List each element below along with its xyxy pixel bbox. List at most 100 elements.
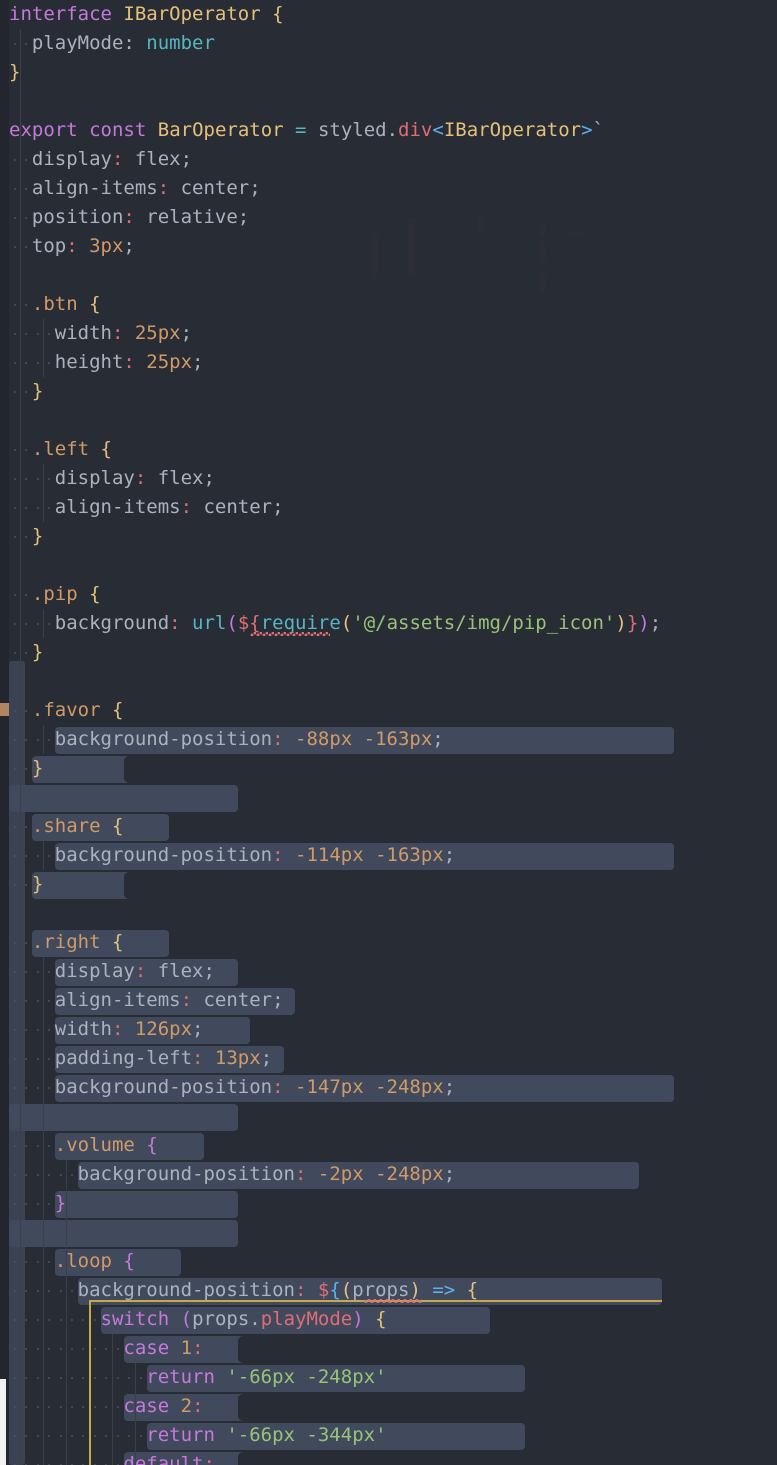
code-token: align-items (9, 989, 181, 1011)
code-token (101, 815, 112, 837)
code-token: padding-left (9, 1047, 192, 1069)
code-token: ( (181, 1308, 192, 1330)
code-token: IBarOperator (444, 119, 581, 141)
code-line[interactable]: } (0, 754, 777, 783)
code-line[interactable]: .share { (0, 812, 777, 841)
code-line[interactable]: .loop { (0, 1247, 777, 1276)
code-line[interactable]: background: url(${require('@/assets/img/… (0, 609, 777, 638)
code-line[interactable]: .pip { (0, 580, 777, 609)
code-line[interactable]: align-items: center; (0, 986, 777, 1015)
code-line[interactable]: .favor { (0, 696, 777, 725)
code-line[interactable]: } (0, 638, 777, 667)
code-token: : (192, 1337, 203, 1359)
code-token: { (112, 931, 123, 953)
selection-gap (238, 1191, 696, 1218)
code-token (9, 757, 32, 779)
code-line[interactable]: top: 3px; (0, 232, 777, 261)
code-line[interactable]: case 2: (0, 1392, 777, 1421)
code-token: '@/assets/img/pip_icon' (352, 612, 615, 634)
code-line[interactable] (0, 667, 777, 696)
code-line[interactable]: export const BarOperator = styled.div<IB… (0, 116, 777, 145)
code-token: : (272, 728, 295, 750)
code-token: : (169, 612, 192, 634)
code-line[interactable]: height: 25px; (0, 348, 777, 377)
code-line[interactable]: .btn { (0, 290, 777, 319)
code-line[interactable]: playMode: number (0, 29, 777, 58)
code-token (215, 1366, 226, 1388)
code-line[interactable]: case 1: (0, 1334, 777, 1363)
code-editor[interactable]: interface IBarOperator { playMode: numbe… (0, 0, 777, 1465)
code-line[interactable]: interface IBarOperator { (0, 0, 777, 29)
code-token: { (329, 1279, 340, 1301)
code-token: div (398, 119, 432, 141)
code-line[interactable]: } (0, 377, 777, 406)
code-token: -147px (295, 1076, 364, 1098)
code-token: { (112, 815, 123, 837)
code-line[interactable]: display: flex; (0, 464, 777, 493)
code-surface[interactable]: interface IBarOperator { playMode: numbe… (0, 0, 777, 1465)
code-line[interactable]: return '-66px -344px' (0, 1421, 777, 1450)
code-line[interactable]: switch (props.playMode) { (0, 1305, 777, 1334)
code-token (78, 583, 89, 605)
code-token: : (192, 1395, 203, 1417)
code-token: ; (192, 1018, 203, 1040)
code-line[interactable]: padding-left: 13px; (0, 1044, 777, 1073)
code-line[interactable]: .right { (0, 928, 777, 957)
selection-highlight (9, 785, 238, 812)
code-token: background-position (9, 1279, 295, 1301)
code-line[interactable]: display: flex; (0, 957, 777, 986)
code-token: background-position (9, 728, 272, 750)
code-token: background-position (9, 1076, 272, 1098)
code-line[interactable]: background-position: -114px -163px; (0, 841, 777, 870)
code-token: { (375, 1308, 386, 1330)
code-line[interactable] (0, 406, 777, 435)
code-line[interactable] (0, 261, 777, 290)
code-line[interactable]: align-items: center; (0, 174, 777, 203)
code-line[interactable] (0, 783, 777, 812)
selection-gap (124, 872, 697, 899)
code-line[interactable]: display: flex; (0, 145, 777, 174)
code-token: -163px (375, 844, 444, 866)
code-line[interactable] (0, 87, 777, 116)
code-line[interactable]: align-items: center; (0, 493, 777, 522)
code-token (112, 3, 123, 25)
code-line[interactable]: } (0, 58, 777, 87)
code-line[interactable]: return '-66px -248px' (0, 1363, 777, 1392)
selection-gap (238, 1394, 696, 1421)
selection-highlight (55, 1191, 238, 1218)
code-line[interactable]: background-position: -2px -248px; (0, 1160, 777, 1189)
code-token: } (9, 61, 20, 83)
code-line[interactable]: .left { (0, 435, 777, 464)
code-line[interactable]: width: 126px; (0, 1015, 777, 1044)
code-line[interactable]: position: relative; (0, 203, 777, 232)
code-token: { (112, 699, 123, 721)
code-line[interactable]: } (0, 522, 777, 551)
code-line[interactable]: .volume { (0, 1131, 777, 1160)
code-line[interactable] (0, 899, 777, 928)
code-token (9, 1192, 55, 1214)
code-token (169, 1337, 180, 1359)
code-line[interactable]: } (0, 870, 777, 899)
code-line[interactable] (0, 551, 777, 580)
code-line[interactable]: background-position: -88px -163px; (0, 725, 777, 754)
code-line[interactable]: width: 25px; (0, 319, 777, 348)
code-token: BarOperator (158, 119, 284, 141)
selection-gap (284, 1046, 697, 1073)
code-token: : (112, 148, 135, 170)
code-line[interactable] (0, 1218, 777, 1247)
code-line[interactable]: default: (0, 1450, 777, 1465)
code-token: -114px (295, 844, 364, 866)
code-token: .loop (9, 1250, 112, 1272)
code-line[interactable] (0, 1102, 777, 1131)
code-token (169, 1395, 180, 1417)
code-token: flex; (158, 467, 215, 489)
code-line[interactable]: } (0, 1189, 777, 1218)
code-token: { (101, 438, 112, 460)
code-token: -248px (375, 1163, 444, 1185)
code-token: } (32, 525, 43, 547)
code-token: ; (261, 1047, 272, 1069)
code-token: number (146, 32, 215, 54)
code-token: ; (650, 612, 661, 634)
code-token: : (272, 1076, 295, 1098)
code-line[interactable]: background-position: -147px -248px; (0, 1073, 777, 1102)
